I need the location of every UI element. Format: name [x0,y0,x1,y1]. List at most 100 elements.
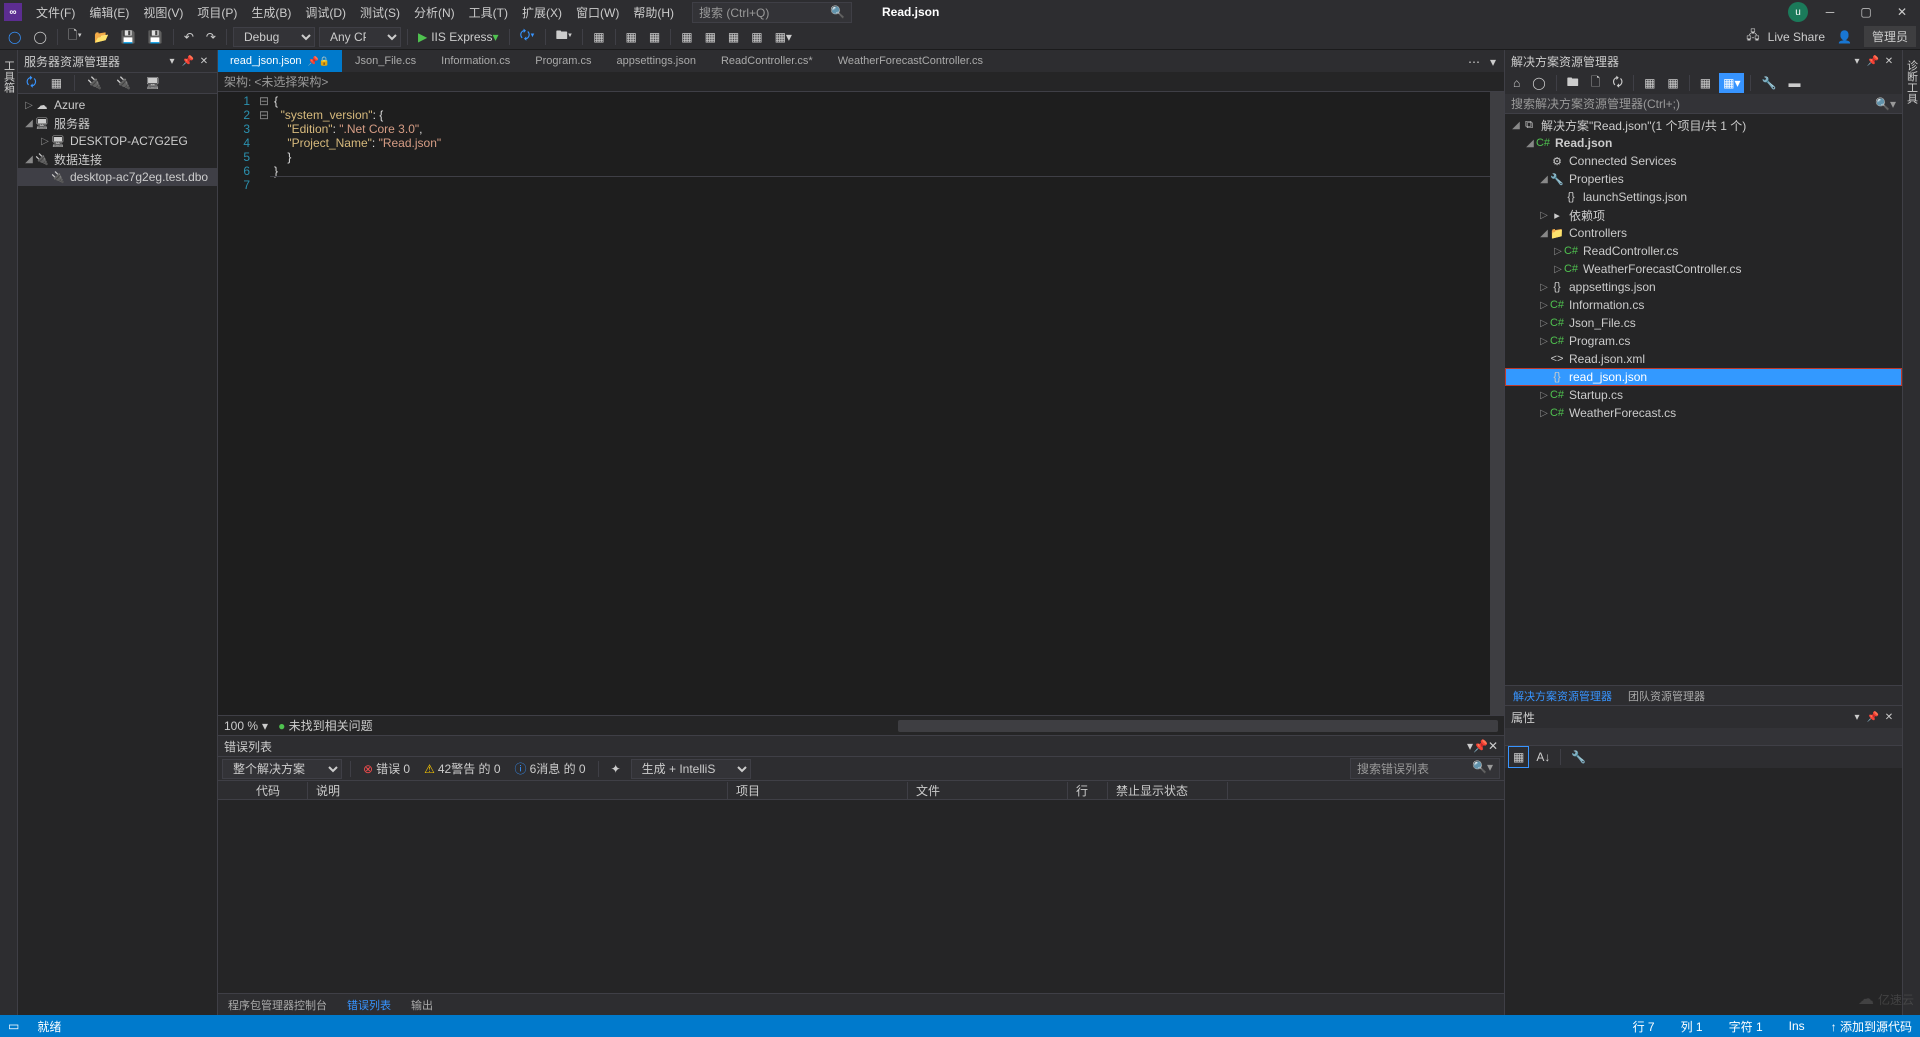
panel-close-icon[interactable]: ✕ [1882,54,1896,68]
open-button[interactable]: 📂 [90,27,113,47]
tree-node[interactable]: ◢🖥服务器 [18,114,217,132]
menu-视图(V)[interactable]: 视图(V) [137,2,189,23]
error-col[interactable]: 项目 [728,782,908,799]
solution-node[interactable]: ▷C#ReadController.cs [1505,242,1902,260]
editor-tab[interactable]: WeatherForecastController.cs [826,50,996,72]
error-col[interactable]: 文件 [908,782,1068,799]
tree-node[interactable]: 🔌desktop-ac7g2eg.test.dbo [18,168,217,186]
panel-close-icon[interactable]: ✕ [197,54,211,68]
solution-node[interactable]: ▷C#Information.cs [1505,296,1902,314]
tab-team-explorer[interactable]: 团队资源管理器 [1620,686,1713,705]
zoom-control[interactable]: 100 % ▾ [224,719,268,733]
sol-btn-7[interactable]: ▬ [1784,73,1804,93]
panel-dropdown-icon[interactable]: ▾ [1850,54,1864,68]
search-box[interactable]: 搜索 (Ctrl+Q) 🔍 [692,2,852,23]
code-content[interactable]: { "system_version": { "Edition": ".Net C… [270,92,1490,715]
tool-btn-5[interactable]: ▦ [701,27,720,47]
panel-dropdown-icon[interactable]: ▾ [165,54,179,68]
nav-back-button[interactable]: ◯ [4,27,25,47]
solution-node[interactable]: ⚙Connected Services [1505,152,1902,170]
browser-button[interactable]: 🖿▾ [552,27,576,47]
tabs-dropdown-icon[interactable]: ⋯ [1464,52,1484,72]
crumb-value[interactable]: <未选择架构> [254,73,328,90]
menu-生成(B)[interactable]: 生成(B) [245,2,297,23]
menu-分析(N)[interactable]: 分析(N) [408,2,461,23]
prop-cat-icon[interactable]: ▦ [1509,747,1528,767]
redo-button[interactable]: ↷ [202,27,220,47]
solution-node[interactable]: {}read_json.json [1505,368,1902,386]
bottom-tab[interactable]: 输出 [401,995,443,1015]
scope-select[interactable]: 整个解决方案 [222,759,342,779]
sol-btn-1[interactable]: 🖿 [1563,73,1583,93]
menu-调试(D)[interactable]: 调试(D) [299,2,352,23]
tool-btn-4[interactable]: ▦ [677,27,696,47]
menu-窗口(W)[interactable]: 窗口(W) [570,2,625,23]
menu-帮助(H)[interactable]: 帮助(H) [627,2,680,23]
solution-node[interactable]: ▷C#WeatherForecast.cs [1505,404,1902,422]
tree-node[interactable]: ◢🔌数据连接 [18,150,217,168]
solution-node[interactable]: ▷{}appsettings.json [1505,278,1902,296]
solution-node[interactable]: {}launchSettings.json [1505,188,1902,206]
sol-home-icon[interactable]: ⌂ [1509,73,1524,93]
refresh-button[interactable]: 🗘▾ [516,27,539,47]
solution-node[interactable]: ▷C#WeatherForecastController.cs [1505,260,1902,278]
sol-btn-4[interactable]: ▦ [1663,73,1682,93]
bottom-tab[interactable]: 程序包管理器控制台 [218,995,337,1015]
errors-filter[interactable]: ⊗错误 0 [359,759,414,778]
liveshare-label[interactable]: Live Share [1768,30,1825,44]
admin-button[interactable]: 管理员 [1864,26,1916,47]
undo-button[interactable]: ↶ [180,27,198,47]
maximize-button[interactable]: ▢ [1852,2,1880,22]
error-col[interactable]: 代码 [248,782,308,799]
sol-btn-2[interactable]: 🗋 [1587,73,1605,93]
properties-dropdown[interactable] [1505,728,1902,746]
editor-tab[interactable]: appsettings.json [604,50,709,72]
solution-node[interactable]: ▷C#Program.cs [1505,332,1902,350]
stop-icon[interactable]: ▦ [47,73,66,93]
tool-btn-3[interactable]: ▦ [645,27,664,47]
connect-icon[interactable]: 🔌 [83,73,106,93]
platform-select[interactable]: Any CPU [319,27,401,47]
vtab-toolbox[interactable]: 工具箱 [1,60,17,93]
sol-back-icon[interactable]: ◯ [1528,73,1549,93]
menu-扩展(X)[interactable]: 扩展(X) [516,2,568,23]
hscroll[interactable] [898,720,1498,732]
panel-pin-icon[interactable]: 📌 [1473,739,1488,753]
tree-node[interactable]: ▷☁Azure [18,96,217,114]
warnings-filter[interactable]: ⚠42警告 的 0 [420,759,504,778]
panel-pin-icon[interactable]: 📌 [1866,710,1880,724]
refresh-icon[interactable]: 🗘 [22,73,41,93]
solution-node[interactable]: ◢C#Read.json [1505,134,1902,152]
connect-icon-3[interactable]: 🖥 [141,73,164,93]
new-project-button[interactable]: 🗋▾ [64,27,86,47]
sol-btn-3[interactable]: ▦ [1640,73,1659,93]
tool-btn-1[interactable]: ▦ [589,27,608,47]
error-col[interactable]: 行 [1068,782,1108,799]
error-search[interactable]: 搜索错误列表 🔍▾ [1350,758,1500,779]
editor-tab[interactable]: Program.cs [523,50,604,72]
tool-btn-2[interactable]: ▦ [622,27,641,47]
panel-close-icon[interactable]: ✕ [1882,710,1896,724]
minimize-button[interactable]: ─ [1816,2,1844,22]
save-button[interactable]: 💾 [117,27,140,47]
config-select[interactable]: Debug [233,27,315,47]
menu-编辑(E)[interactable]: 编辑(E) [83,2,135,23]
solution-node[interactable]: ▷C#Startup.cs [1505,386,1902,404]
editor-tab[interactable]: Json_File.cs [343,50,429,72]
tabs-chevron-icon[interactable]: ▾ [1486,52,1500,72]
solution-search[interactable]: 搜索解决方案资源管理器(Ctrl+;) 🔍▾ [1505,94,1902,114]
editor-tab[interactable]: Information.cs [429,50,523,72]
vtab-diagnostics[interactable]: 诊断工具 [1904,60,1920,104]
user-avatar[interactable]: u [1788,2,1808,22]
menu-测试(S)[interactable]: 测试(S) [354,2,406,23]
tool-btn-8[interactable]: ▦▾ [771,27,796,47]
nav-fwd-button[interactable]: ◯ [29,27,50,47]
editor-tab[interactable]: ReadController.cs* [709,50,826,72]
sol-wrench-icon[interactable]: 🔧 [1757,73,1780,93]
solution-node[interactable]: <>Read.json.xml [1505,350,1902,368]
bottom-tab[interactable]: 错误列表 [337,995,401,1015]
save-all-button[interactable]: 💾 [144,27,167,47]
code-editor[interactable]: 1234567 ⊟⊟ { "system_version": { "Editio… [218,92,1504,715]
panel-close-icon[interactable]: ✕ [1488,739,1498,753]
menu-文件(F)[interactable]: 文件(F) [30,2,81,23]
